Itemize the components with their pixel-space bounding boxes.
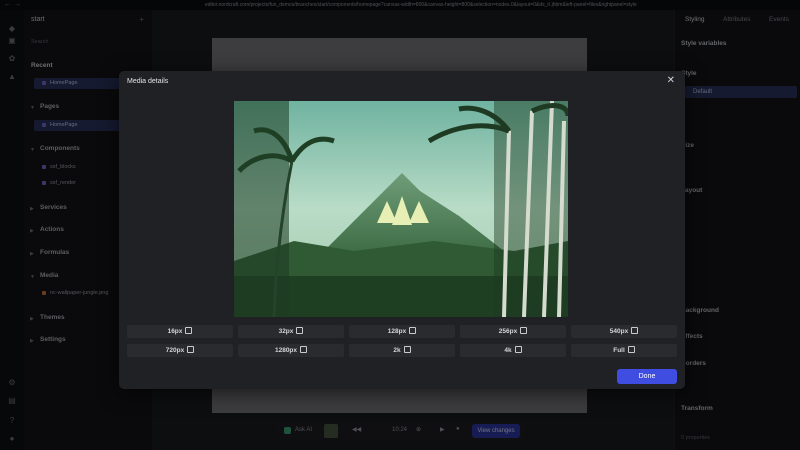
dialog-title: Media details xyxy=(127,78,169,85)
copy-icon xyxy=(514,345,522,353)
media-details-dialog: Media details ✕ 16px 32px 128px 256px 54… xyxy=(119,71,685,389)
copy-icon xyxy=(300,345,308,353)
copy-icon xyxy=(185,326,193,334)
size-button-256px[interactable]: 256px xyxy=(460,325,566,338)
copy-icon xyxy=(187,345,195,353)
copy-icon xyxy=(403,345,411,353)
size-button-540px[interactable]: 540px xyxy=(571,325,677,338)
image-preview xyxy=(234,101,568,317)
close-icon[interactable]: ✕ xyxy=(667,75,675,86)
size-button-16px[interactable]: 16px xyxy=(127,325,233,338)
copy-icon xyxy=(296,326,304,334)
copy-icon xyxy=(631,326,639,334)
size-button-1280px[interactable]: 1280px xyxy=(238,344,344,357)
size-button-128px[interactable]: 128px xyxy=(349,325,455,338)
size-button-32px[interactable]: 32px xyxy=(238,325,344,338)
size-button-2k[interactable]: 2k xyxy=(349,344,455,357)
size-button-4k[interactable]: 4k xyxy=(460,344,566,357)
size-button-full[interactable]: Full xyxy=(571,344,677,357)
done-button[interactable]: Done xyxy=(617,369,677,384)
copy-icon xyxy=(627,345,635,353)
copy-icon xyxy=(409,326,417,334)
copy-icon xyxy=(520,326,528,334)
size-button-720px[interactable]: 720px xyxy=(127,344,233,357)
